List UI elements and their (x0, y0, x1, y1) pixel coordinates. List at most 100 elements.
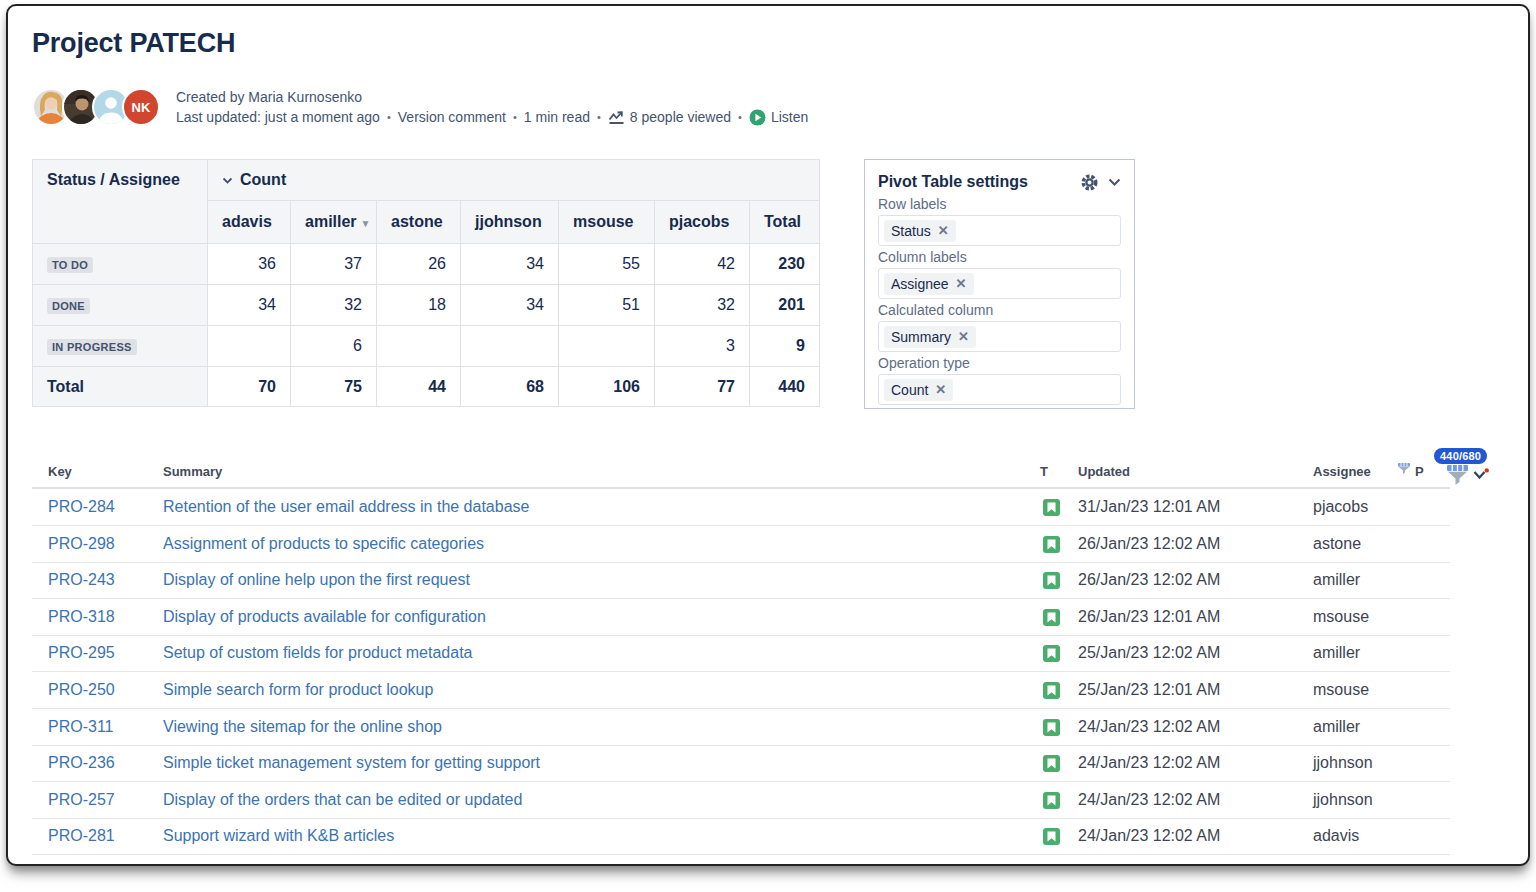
pivot-col-astone[interactable]: astone (377, 201, 461, 244)
col-priority[interactable]: P (1415, 464, 1424, 479)
column-labels-label: Column labels (878, 249, 1121, 268)
analytics-icon (608, 110, 625, 125)
issue-summary-link[interactable]: Display of the orders that can be edited… (163, 782, 522, 818)
issue-updated: 24/Jan/23 12:02 AM (1078, 709, 1220, 745)
issue-summary-link[interactable]: Retention of the user email address in t… (163, 489, 529, 525)
settings-title: Pivot Table settings (878, 173, 1028, 191)
avatar-group[interactable]: NK (32, 88, 160, 126)
remove-icon[interactable]: ✕ (958, 329, 969, 344)
issue-assignee: astone (1313, 526, 1361, 562)
issue-summary-link[interactable]: Simple search form for product lookup (163, 672, 433, 708)
byline: NK Created by Maria Kurnosenko Last upda… (32, 87, 808, 127)
issue-updated: 24/Jan/23 12:02 AM (1078, 745, 1220, 781)
status-lozenge-done: DONE (47, 298, 90, 314)
pivot-row-todo: TO DO 36 37 26 34 55 42 230 (33, 244, 820, 285)
pivot-col-jjohnson[interactable]: jjohnson (461, 201, 559, 244)
story-type-icon[interactable] (1043, 792, 1060, 809)
story-type-icon[interactable] (1043, 755, 1060, 772)
issue-summary-link[interactable]: Setup of custom fields for product metad… (163, 635, 473, 671)
people-viewed[interactable]: 8 people viewed (608, 109, 731, 125)
gear-icon[interactable] (1080, 173, 1099, 192)
column-labels-input[interactable]: Assignee✕ (878, 268, 1121, 299)
remove-icon[interactable]: ✕ (935, 382, 946, 397)
issue-summary-link[interactable]: Assignment of products to specific categ… (163, 526, 484, 562)
created-by: Created by Maria Kurnosenko (176, 87, 808, 107)
story-type-icon[interactable] (1043, 609, 1060, 626)
issue-summary-link[interactable]: Support wizard with K&B articles (163, 818, 394, 854)
story-type-icon[interactable] (1043, 536, 1060, 553)
story-type-icon[interactable] (1043, 719, 1060, 736)
chevron-down-icon[interactable] (1108, 178, 1121, 187)
issue-row: PRO-281 Support wizard with K&B articles… (32, 818, 1450, 855)
calculated-column-label: Calculated column (878, 302, 1121, 321)
issue-updated: 26/Jan/23 12:02 AM (1078, 562, 1220, 598)
story-type-icon[interactable] (1043, 682, 1060, 699)
issue-key-link[interactable]: PRO-311 (48, 709, 114, 745)
story-type-icon[interactable] (1043, 645, 1060, 662)
issue-key-link[interactable]: PRO-257 (48, 782, 115, 818)
pivot-settings-panel: Pivot Table settings Row labels Status✕ … (864, 159, 1135, 409)
tag-count[interactable]: Count✕ (884, 379, 953, 401)
chevron-down-red-dot-icon[interactable] (1473, 468, 1490, 481)
issue-summary-link[interactable]: Display of products available for config… (163, 599, 486, 635)
issue-row: PRO-318 Display of products available fo… (32, 599, 1450, 636)
page-title: Project PATECH (32, 28, 235, 59)
pivot-col-amiller[interactable]: amiller▼ (291, 201, 377, 244)
issue-updated: 26/Jan/23 12:01 AM (1078, 599, 1220, 635)
story-type-icon[interactable] (1043, 828, 1060, 845)
col-type[interactable]: T (1040, 464, 1048, 479)
issue-assignee: amiller (1313, 635, 1360, 671)
issue-assignee: msouse (1313, 672, 1369, 708)
issue-key-link[interactable]: PRO-284 (48, 489, 115, 525)
tag-status[interactable]: Status✕ (884, 220, 956, 242)
row-labels-input[interactable]: Status✕ (878, 215, 1121, 246)
story-type-icon[interactable] (1043, 499, 1060, 516)
issue-updated: 24/Jan/23 12:02 AM (1078, 782, 1220, 818)
remove-icon[interactable]: ✕ (938, 223, 949, 238)
story-type-icon[interactable] (1043, 572, 1060, 589)
page-card: Project PATECH (6, 4, 1530, 866)
status-lozenge-inprogress: IN PROGRESS (47, 339, 137, 355)
issue-summary-link[interactable]: Display of online help upon the first re… (163, 562, 470, 598)
issue-summary-link[interactable]: Simple ticket management system for gett… (163, 745, 540, 781)
issue-row: PRO-243 Display of online help upon the … (32, 562, 1450, 599)
col-assignee[interactable]: Assignee (1313, 464, 1371, 479)
pivot-col-pjacobs[interactable]: pjacobs (655, 201, 750, 244)
version-comment-link[interactable]: Version comment (398, 109, 506, 125)
issue-key-link[interactable]: PRO-318 (48, 599, 115, 635)
issue-key-link[interactable]: PRO-295 (48, 635, 115, 671)
issue-updated: 25/Jan/23 12:02 AM (1078, 635, 1220, 671)
operation-type-input[interactable]: Count✕ (878, 374, 1121, 405)
col-updated[interactable]: Updated (1078, 464, 1130, 479)
issue-key-link[interactable]: PRO-281 (48, 818, 115, 854)
pivot-col-adavis[interactable]: adavis (208, 201, 291, 244)
listen-button[interactable]: Listen (749, 109, 808, 126)
calculated-column-input[interactable]: Summary✕ (878, 321, 1121, 352)
filter-large-icon[interactable] (1446, 464, 1469, 486)
issue-updated: 24/Jan/23 12:02 AM (1078, 818, 1220, 854)
tag-assignee[interactable]: Assignee✕ (884, 273, 974, 295)
issue-updated: 26/Jan/23 12:02 AM (1078, 526, 1220, 562)
issue-updated: 25/Jan/23 12:01 AM (1078, 672, 1220, 708)
sort-icon: ▼ (361, 218, 371, 229)
col-key[interactable]: Key (48, 464, 72, 479)
issues-table-header: Key Summary T Updated Assignee P (32, 456, 1450, 489)
issue-summary-link[interactable]: Viewing the sitemap for the online shop (163, 709, 442, 745)
issue-key-link[interactable]: PRO-236 (48, 745, 115, 781)
issue-key-link[interactable]: PRO-250 (48, 672, 115, 708)
pivot-row-done: DONE 34 32 18 34 51 32 201 (33, 285, 820, 326)
issue-row: PRO-236 Simple ticket management system … (32, 745, 1450, 782)
filter-small-icon[interactable] (1397, 462, 1411, 475)
remove-icon[interactable]: ✕ (956, 276, 967, 291)
pivot-col-total[interactable]: Total (750, 201, 820, 244)
avatar-nk[interactable]: NK (122, 88, 160, 126)
tag-summary[interactable]: Summary✕ (884, 326, 976, 348)
issue-assignee: adavis (1313, 818, 1359, 854)
col-summary[interactable]: Summary (163, 464, 222, 479)
pivot-value-header[interactable]: Count (208, 160, 820, 201)
issue-key-link[interactable]: PRO-243 (48, 562, 115, 598)
issue-key-link[interactable]: PRO-298 (48, 526, 115, 562)
issue-assignee: jjohnson (1313, 782, 1373, 818)
issue-row: PRO-298 Assignment of products to specif… (32, 526, 1450, 563)
pivot-col-msouse[interactable]: msouse (559, 201, 655, 244)
